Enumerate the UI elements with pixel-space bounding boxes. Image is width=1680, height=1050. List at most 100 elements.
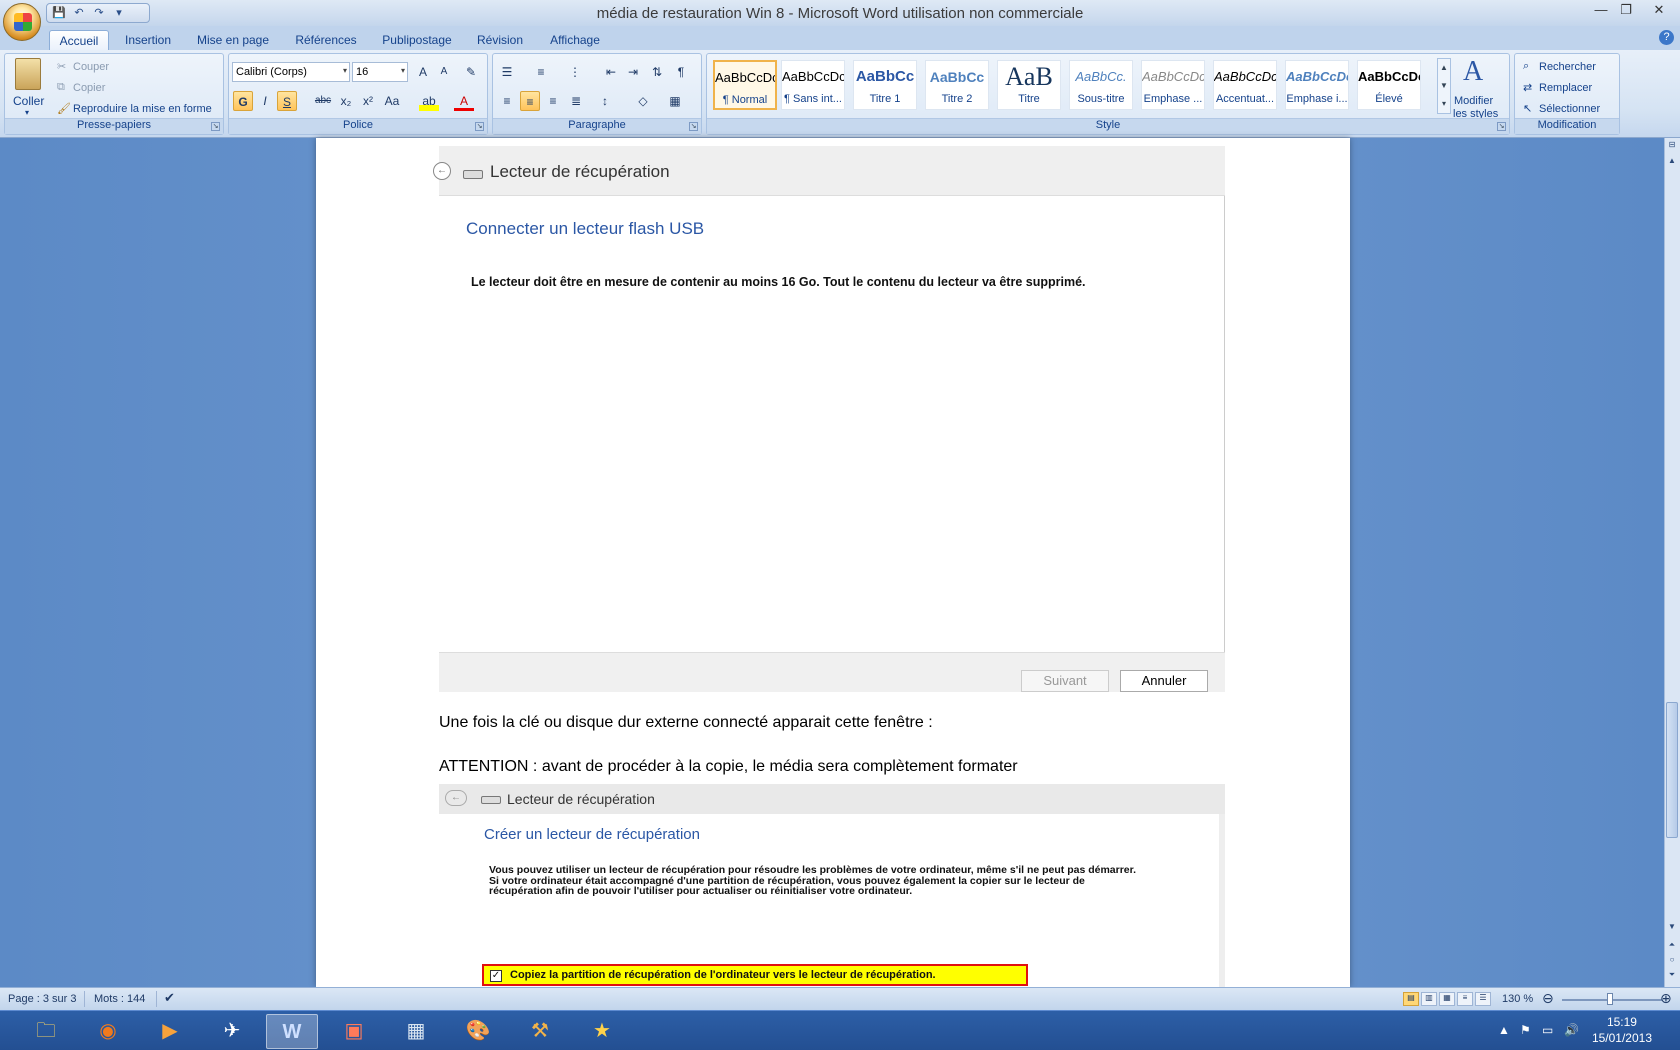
embedded-screenshot-1[interactable]: ← Lecteur de récupération Connecter un l… <box>433 146 1225 692</box>
bullets-icon[interactable]: ☰ <box>497 62 517 82</box>
dialog-launcher-icon[interactable]: ↘ <box>211 122 220 131</box>
calculator-icon[interactable]: ▦ <box>390 1014 442 1049</box>
presentation-app-icon[interactable]: ▣ <box>328 1014 380 1049</box>
flag-icon[interactable]: ⚑ <box>1520 1023 1531 1037</box>
tools-app-icon[interactable]: ⚒ <box>514 1014 566 1049</box>
airplane-app-icon[interactable]: ✈ <box>206 1014 258 1049</box>
paint-icon[interactable]: 🎨 <box>452 1014 504 1049</box>
change-case-button[interactable]: Aa <box>382 91 402 111</box>
strikethrough-button[interactable]: abc <box>313 91 333 111</box>
volume-icon[interactable]: 🔊 <box>1564 1023 1579 1037</box>
embedded-screenshot-2[interactable]: ← Lecteur de récupération Créer un lecte… <box>439 784 1225 987</box>
style-strong[interactable]: AaBbCcDc Élevé <box>1357 60 1421 110</box>
find-button[interactable]: Rechercher <box>1539 61 1596 73</box>
zoom-level[interactable]: 130 % <box>1502 993 1533 1005</box>
show-hidden-icons-icon[interactable]: ▲ <box>1498 1023 1510 1037</box>
previous-page-icon[interactable]: ⏶ <box>1666 940 1678 954</box>
format-painter-button[interactable]: Reproduire la mise en forme <box>73 103 212 115</box>
outline-icon[interactable]: ≡ <box>1457 992 1473 1006</box>
grow-font-button[interactable]: A <box>413 62 433 82</box>
clock[interactable]: 15:19 15/01/2013 <box>1592 1014 1652 1046</box>
browse-object-icon[interactable]: ○ <box>1666 955 1678 969</box>
firefox-icon[interactable]: ◉ <box>82 1014 134 1049</box>
style-normal[interactable]: AaBbCcDc ¶ Normal <box>713 60 777 110</box>
media-player-icon[interactable]: ▶ <box>144 1014 196 1049</box>
next-page-icon[interactable]: ⏷ <box>1666 970 1678 984</box>
help-icon[interactable]: ? <box>1659 30 1674 45</box>
dialog-launcher-icon[interactable]: ↘ <box>475 122 484 131</box>
italic-button[interactable]: I <box>255 91 275 111</box>
numbering-icon[interactable]: ≡ <box>531 62 551 82</box>
word-taskbar-icon[interactable]: W <box>266 1014 318 1049</box>
tab-affichage[interactable]: Affichage <box>545 30 605 50</box>
scrollbar-thumb[interactable] <box>1666 702 1678 838</box>
font-name-field[interactable]: Calibri (Corps) ▾ <box>232 62 350 82</box>
tab-references[interactable]: Références <box>290 30 362 50</box>
justify-icon[interactable]: ≣ <box>566 91 586 111</box>
tab-publipostage[interactable]: Publipostage <box>378 30 456 50</box>
copy-button[interactable]: Copier <box>73 82 105 94</box>
styles-scroll[interactable]: ▲ ▼ ▾ <box>1437 58 1451 114</box>
dialog-launcher-icon[interactable]: ↘ <box>689 122 698 131</box>
cut-button[interactable]: Couper <box>73 61 109 73</box>
paste-dropdown-icon[interactable]: ▾ <box>25 108 29 117</box>
tab-mise-en-page[interactable]: Mise en page <box>192 30 274 50</box>
style-title[interactable]: AaB Titre <box>997 60 1061 110</box>
select-button[interactable]: Sélectionner <box>1539 103 1600 115</box>
line-spacing-icon[interactable]: ↕ <box>595 91 615 111</box>
tab-insertion[interactable]: Insertion <box>118 30 178 50</box>
network-icon[interactable]: ▭ <box>1542 1023 1553 1037</box>
close-button[interactable]: ✕ <box>1648 2 1670 18</box>
office-button[interactable] <box>3 3 41 41</box>
shrink-font-button[interactable]: A <box>434 62 454 82</box>
draft-icon[interactable]: ☰ <box>1475 992 1491 1006</box>
document-paragraph-1[interactable]: Une fois la clé ou disque dur externe co… <box>439 714 933 732</box>
vertical-scrollbar[interactable] <box>1664 138 1680 987</box>
print-layout-icon[interactable]: ▤ <box>1403 992 1419 1006</box>
dialog-launcher-icon[interactable]: ↘ <box>1497 122 1506 131</box>
save-icon[interactable]: 💾 <box>51 6 67 20</box>
photo-app-icon[interactable]: ★ <box>576 1014 628 1049</box>
zoom-in-icon[interactable]: ⊕ <box>1660 990 1672 1007</box>
scroll-up-icon[interactable]: ▲ <box>1666 156 1678 170</box>
font-color-button[interactable]: A <box>454 91 474 111</box>
highlight-button[interactable]: ab <box>419 91 439 111</box>
style-subtitle[interactable]: AaBbCc. Sous-titre <box>1069 60 1133 110</box>
redo-icon[interactable]: ↷ <box>91 6 107 20</box>
align-left-icon[interactable]: ≡ <box>497 91 517 111</box>
style-heading-1[interactable]: AaBbCc Titre 1 <box>853 60 917 110</box>
word-count[interactable]: Mots : 144 <box>94 993 145 1005</box>
zoom-out-icon[interactable]: ⊖ <box>1542 990 1554 1007</box>
borders-icon[interactable]: ▦ <box>665 91 685 111</box>
minimize-button[interactable]: — <box>1590 2 1612 18</box>
style-subtle-emphasis[interactable]: AaBbCcDc Emphase ... <box>1141 60 1205 110</box>
decrease-indent-icon[interactable]: ⇤ <box>601 62 621 82</box>
proofing-icon[interactable]: ✔ <box>164 990 175 1006</box>
customize-qat-icon[interactable]: ▾ <box>111 6 127 20</box>
align-center-icon[interactable]: ≡ <box>520 91 540 111</box>
bold-button[interactable]: G <box>233 91 253 111</box>
superscript-button[interactable]: x² <box>358 91 378 111</box>
paste-button[interactable]: Coller <box>13 94 44 108</box>
replace-button[interactable]: Remplacer <box>1539 82 1592 94</box>
change-styles-label-1[interactable]: Modifier <box>1454 95 1493 107</box>
shading-icon[interactable]: ◇ <box>633 91 653 111</box>
tab-accueil[interactable]: Accueil <box>49 30 109 50</box>
scroll-down-icon[interactable]: ▼ <box>1666 922 1678 936</box>
paste-icon[interactable] <box>15 58 41 90</box>
ruler-toggle-icon[interactable]: ⊟ <box>1666 140 1678 154</box>
multilevel-list-icon[interactable]: ⋮ <box>565 62 585 82</box>
increase-indent-icon[interactable]: ⇥ <box>623 62 643 82</box>
style-intense-emphasis[interactable]: AaBbCcDc Emphase i... <box>1285 60 1349 110</box>
document-paragraph-2[interactable]: ATTENTION : avant de procéder à la copie… <box>439 758 1018 776</box>
style-heading-2[interactable]: AaBbCc Titre 2 <box>925 60 989 110</box>
restore-button[interactable]: ❐ <box>1615 2 1637 18</box>
clear-format-icon[interactable]: ✎ <box>461 62 481 82</box>
full-screen-icon[interactable]: ▥ <box>1421 992 1437 1006</box>
subscript-button[interactable]: x₂ <box>336 91 356 111</box>
web-layout-icon[interactable]: ▦ <box>1439 992 1455 1006</box>
align-right-icon[interactable]: ≡ <box>543 91 563 111</box>
style-emphasis[interactable]: AaBbCcDc Accentuat... <box>1213 60 1277 110</box>
font-size-field[interactable]: 16 ▾ <box>352 62 408 82</box>
tab-revision[interactable]: Révision <box>472 30 528 50</box>
